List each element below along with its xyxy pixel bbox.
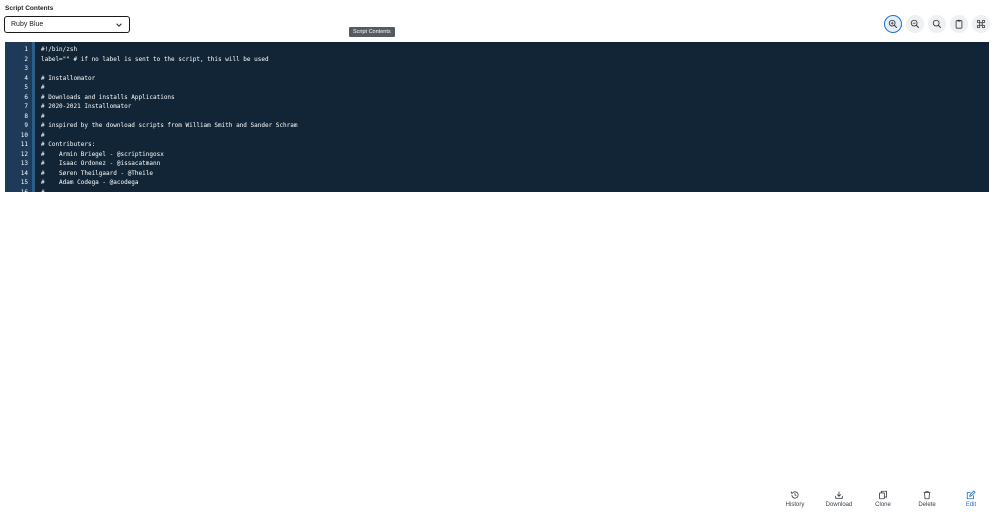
download-button[interactable]: Download <box>820 490 858 508</box>
line-number: 8 <box>24 112 28 120</box>
zoom-out-button[interactable] <box>906 15 924 33</box>
code-line: # 2020-2021 Installomator <box>41 103 132 110</box>
history-icon <box>790 491 799 499</box>
line-number-gutter: 1 2 3 4 5 6 7 8 9 10 11 12 13 14 15 16 <box>5 42 35 192</box>
code-line: # inspired by the download scripts from … <box>41 122 298 129</box>
code-line: #!/bin/zsh <box>41 46 78 53</box>
edit-button[interactable]: Edit <box>952 490 990 508</box>
line-number: 2 <box>24 55 28 63</box>
delete-button[interactable]: Delete <box>908 490 946 508</box>
search-icon <box>932 19 942 29</box>
code-line: # <box>41 131 45 139</box>
line-number: 12 <box>20 150 28 158</box>
code-line: # <box>41 112 45 120</box>
section-label: Script Contents <box>5 5 54 12</box>
clone-label: Clone <box>875 502 891 508</box>
clipboard-button[interactable] <box>950 15 968 33</box>
chevron-down-icon <box>115 21 123 29</box>
line-number: 7 <box>24 103 28 110</box>
code-line: # Søren Theilgaard - @Theile <box>41 169 153 177</box>
code-content[interactable]: #!/bin/zsh label="" # if no label is sent… <box>35 42 297 192</box>
delete-label: Delete <box>918 502 936 508</box>
action-bar: History Download Clone Delete Edit <box>776 490 990 508</box>
command-icon <box>976 19 986 29</box>
code-line: # <box>41 188 45 193</box>
line-number: 3 <box>24 65 28 72</box>
line-number: 4 <box>24 74 28 82</box>
code-line: # Adam Codega - @acodega <box>41 179 139 186</box>
clone-icon <box>879 490 887 500</box>
line-number: 1 <box>24 46 28 53</box>
code-editor[interactable]: 1 2 3 4 5 6 7 8 9 10 11 12 13 14 15 16 #!/bin/zsh label=… <box>5 42 989 192</box>
line-number: 9 <box>24 122 28 129</box>
command-button[interactable] <box>972 15 990 33</box>
zoom-out-icon <box>910 19 920 29</box>
search-button[interactable] <box>928 15 946 33</box>
code-line: label="" # if no label is sent to the sc… <box>41 55 269 63</box>
theme-select-value: Ruby Blue <box>11 21 44 28</box>
line-number: 14 <box>20 169 28 177</box>
line-number: 6 <box>24 93 28 101</box>
line-number: 10 <box>20 131 28 139</box>
code-line: # Downloads and installs Applications <box>41 93 175 101</box>
download-label: Download <box>825 502 853 508</box>
line-number: 15 <box>20 179 28 186</box>
code-line: # Contributers: <box>41 141 96 148</box>
code-line: # <box>41 84 45 91</box>
clipboard-icon <box>955 19 963 29</box>
line-number: 13 <box>20 160 28 167</box>
download-icon <box>835 491 843 499</box>
tooltip: Script Contents <box>349 27 395 37</box>
line-number: 11 <box>20 141 28 148</box>
zoom-in-icon <box>888 19 898 29</box>
zoom-in-button[interactable] <box>884 15 902 33</box>
code-line: # Armin Briegel - @scriptingosx <box>41 150 164 158</box>
code-line: # Installomator <box>41 74 96 82</box>
line-number: 5 <box>24 84 28 91</box>
history-label: History <box>785 502 805 508</box>
trash-icon <box>923 491 931 500</box>
clone-button[interactable]: Clone <box>864 490 902 508</box>
edit-label: Edit <box>965 502 977 508</box>
history-button[interactable]: History <box>776 490 814 508</box>
theme-select[interactable]: Ruby Blue <box>4 16 130 33</box>
edit-icon <box>966 490 976 500</box>
code-line: # Isaac Ordonez - @issacatmann <box>41 160 161 167</box>
line-number: 16 <box>20 188 28 193</box>
editor-toolbar <box>884 15 990 33</box>
